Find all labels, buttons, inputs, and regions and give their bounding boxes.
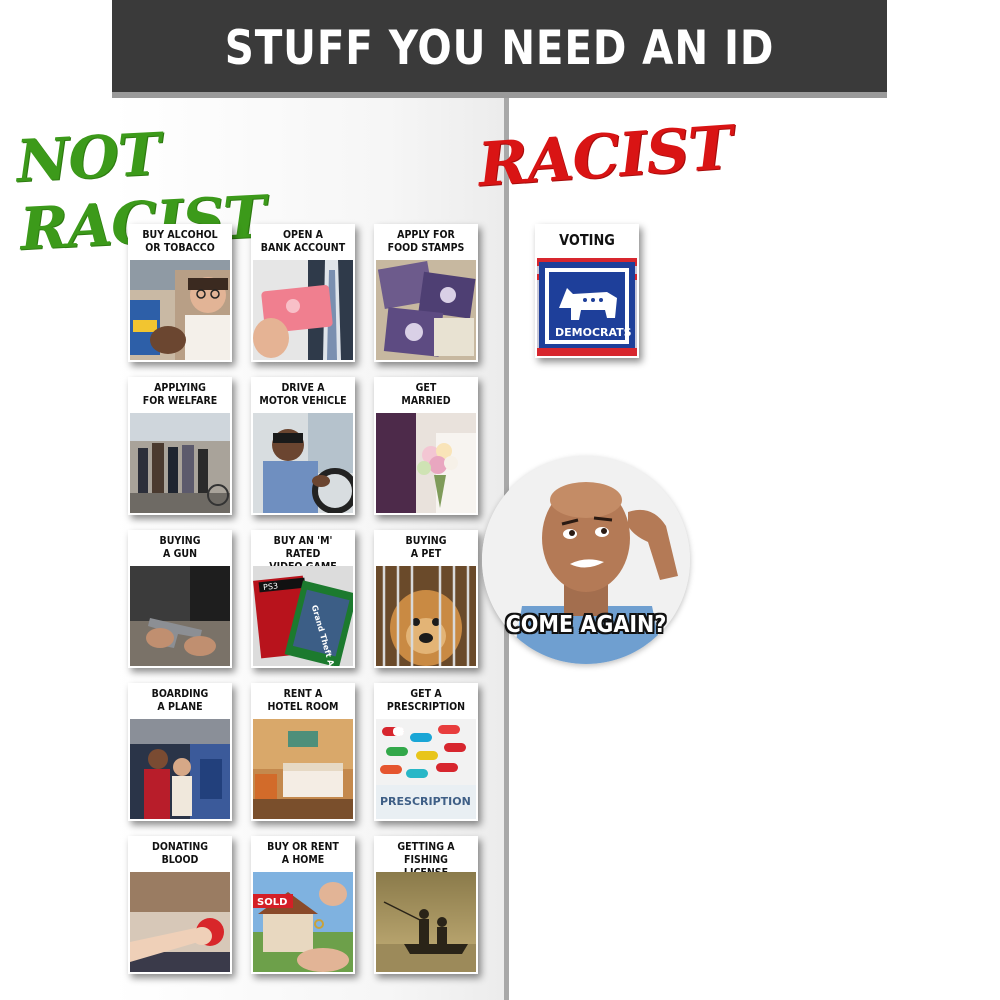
header-bar: STUFF YOU NEED AN ID FOR: [112,0,887,174]
card-label: OPEN A BANK ACCOUNT [260,228,346,254]
ps3-logo: PS3 [263,581,279,592]
sold-home-photo: SOLD [253,872,353,972]
card-label: BUYING A PET [405,534,447,560]
driver-photo [253,413,353,513]
democrats-logo-photo: DEMOCRATS [537,258,637,356]
card-label: RENT A HOTEL ROOM [267,687,339,713]
card-label: BUYING A GUN [159,534,201,560]
come-again-caption: COME AGAIN? [505,612,667,638]
fishing-boat-photo [376,872,476,972]
card-label: APPLYING FOR WELFARE [142,381,218,407]
card-label: GET MARRIED [401,381,451,407]
card-fishing-license: GETTING AFISHING LICENSE [374,836,478,974]
card-donating-blood: DONATING BLOOD [128,836,232,974]
card-voting: VOTING DEMOCRATS [535,224,639,358]
card-get-married: GET MARRIED [374,377,478,515]
welfare-line-photo [130,413,230,513]
credit-card-photo [253,260,353,360]
card-label: BOARDING A PLANE [151,687,209,713]
page-title: STUFF YOU NEED AN ID FOR: [224,21,775,174]
card-label: APPLY FOR FOOD STAMPS [387,228,465,254]
airplane-cabin-photo [130,719,230,819]
hotel-room-photo [253,719,353,819]
card-buying-gun: BUYING A GUN [128,530,232,668]
prescription-text: PRESCRIPTION [380,795,471,808]
sold-sign-text: SOLD [257,897,287,908]
card-buy-home: BUY OR RENT A HOME SOLD [251,836,355,974]
card-welfare: APPLYING FOR WELFARE [128,377,232,515]
card-label: GET A PRESCRIPTION [386,687,466,713]
card-label: DRIVE A MOTOR VEHICLE [259,381,347,407]
card-label: GETTING AFISHING LICENSE [397,840,455,879]
caged-dog-photo [376,566,476,666]
cashier-id-photo [130,260,230,360]
card-label: DONATING BLOOD [151,840,209,866]
video-game-photo: PS3 Grand Theft Auto [253,566,353,666]
card-label: BUY ALCOHOL OR TOBACCO [142,228,218,254]
wedding-bouquet-photo [376,413,476,513]
card-food-stamps: APPLY FOR FOOD STAMPS [374,224,478,362]
card-label: BUY OR RENT A HOME [267,840,339,866]
food-stamps-photo [376,260,476,360]
card-label: BUY AN 'M' RATEDVIDEO GAME [269,534,336,573]
handgun-photo [130,566,230,666]
card-buy-alcohol: BUY ALCOHOL OR TOBACCO [128,224,232,362]
democrats-banner-text: DEMOCRATS [555,326,632,339]
card-motor-vehicle: DRIVE A MOTOR VEHICLE [251,377,355,515]
card-boarding-plane: BOARDING A PLANE [128,683,232,821]
card-hotel-room: RENT A HOTEL ROOM [251,683,355,821]
card-prescription: GET A PRESCRIPTION PRESCRIPTION [374,683,478,821]
card-bank-account: OPEN A BANK ACCOUNT [251,224,355,362]
card-buying-pet: BUYING A PET [374,530,478,668]
card-video-game: BUY AN 'M' RATEDVIDEO GAME PS3 Grand The… [251,530,355,668]
pills-photo: PRESCRIPTION [376,719,476,819]
blood-donation-photo [130,872,230,972]
